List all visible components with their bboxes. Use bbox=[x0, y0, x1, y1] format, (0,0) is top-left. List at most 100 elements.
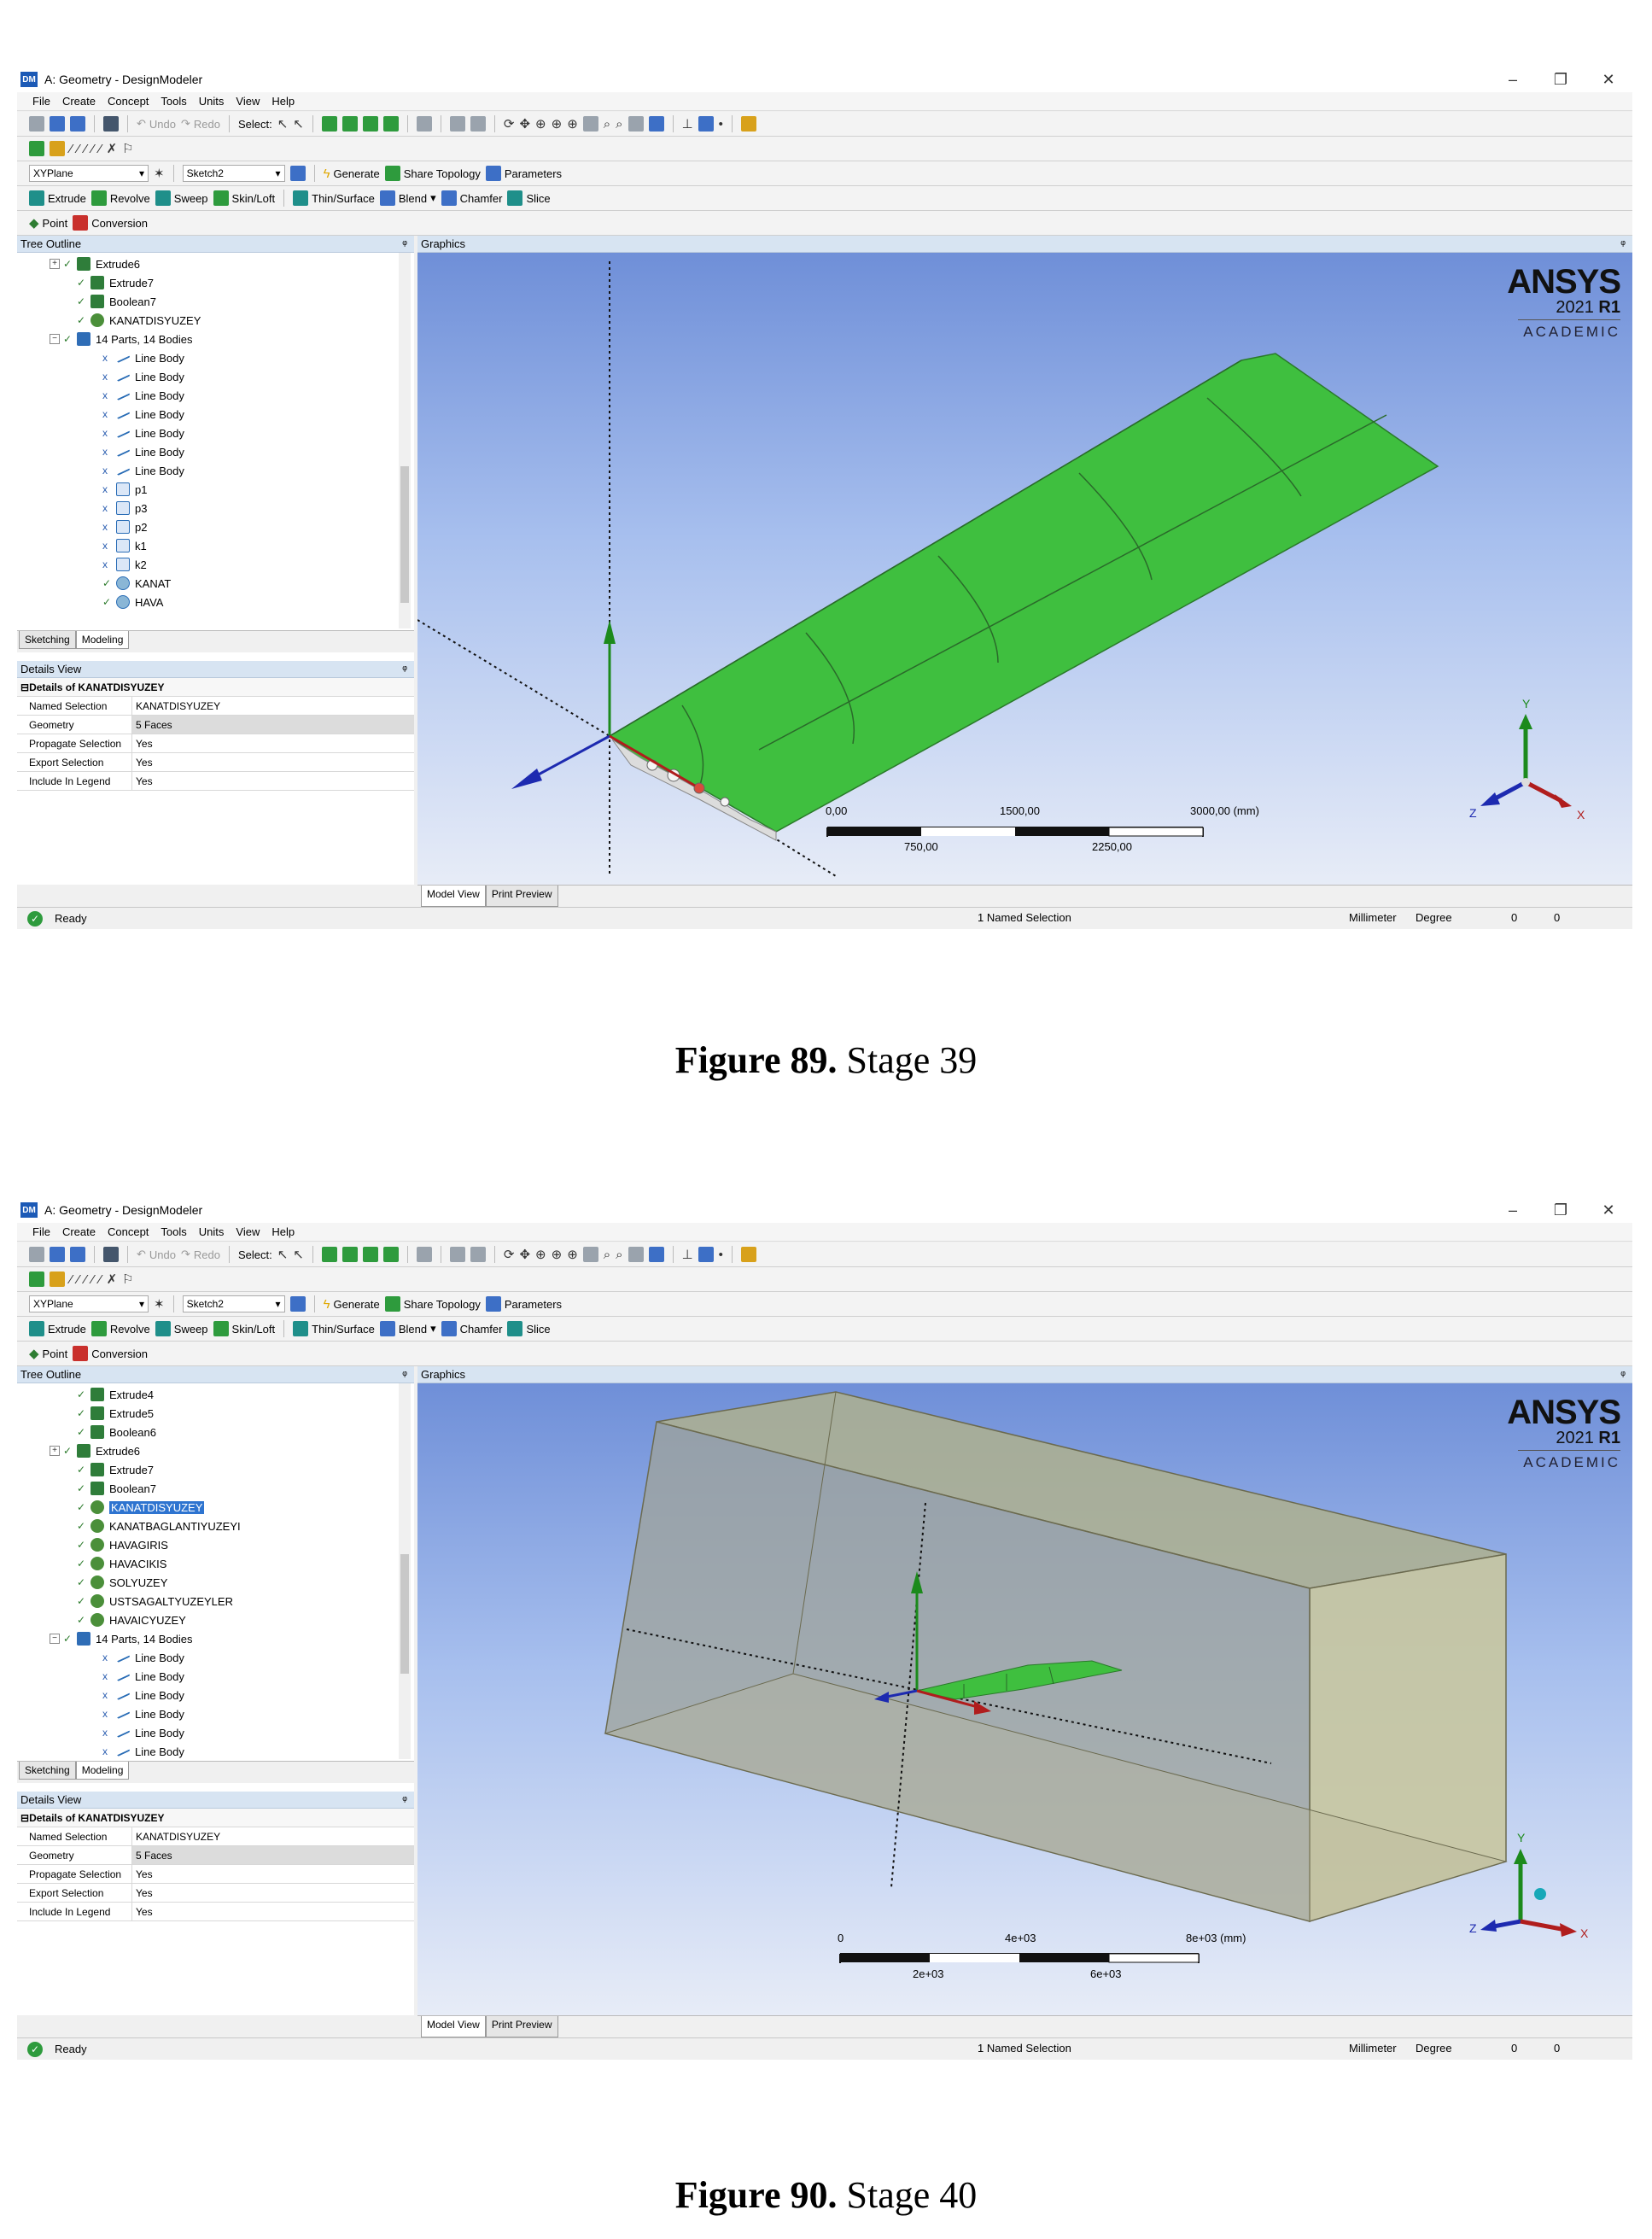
pin-icon[interactable]: ᵠ bbox=[402, 237, 407, 250]
point-button[interactable]: ◆ Point bbox=[29, 215, 67, 231]
flag-icon[interactable]: ⚐ bbox=[122, 141, 133, 156]
menu-tools[interactable]: Tools bbox=[161, 95, 186, 108]
tree-scrollbar[interactable] bbox=[399, 253, 411, 628]
status-units[interactable]: Millimeter bbox=[1349, 911, 1397, 924]
pin-style-icon[interactable]: ✗ bbox=[107, 1271, 118, 1287]
thin-surface-button[interactable]: Thin/Surface bbox=[293, 190, 375, 206]
details-row[interactable]: Geometry 5 Faces bbox=[17, 716, 414, 734]
skin-loft-button[interactable]: Skin/Loft bbox=[213, 1321, 275, 1336]
zoom-fit-icon[interactable]: ⊕ bbox=[567, 116, 578, 132]
sketch-select[interactable]: Sketch2 ▾ bbox=[182, 1295, 285, 1312]
revolve-button[interactable]: Revolve bbox=[90, 190, 150, 206]
menu-create[interactable]: Create bbox=[62, 1225, 96, 1238]
plane-select[interactable]: XYPlane ▾ bbox=[29, 1295, 149, 1312]
tree-item-havaicyuzey[interactable]: ✓ HAVAICYUZEY bbox=[77, 1611, 186, 1629]
tree-item-k2[interactable]: x k2 bbox=[102, 555, 147, 574]
restore-button[interactable]: ❐ bbox=[1537, 67, 1585, 92]
skin-loft-button[interactable]: Skin/Loft bbox=[213, 190, 275, 206]
tree-item-solyuzey[interactable]: ✓ SOLYUZEY bbox=[77, 1573, 167, 1592]
line-style-4-icon[interactable]: ⁄ bbox=[92, 1272, 95, 1287]
tree-item-extrude7[interactable]: ✓ Extrude7 bbox=[77, 1460, 154, 1479]
expand-icon[interactable] bbox=[449, 116, 465, 132]
pin-icon[interactable]: ᵠ bbox=[402, 663, 407, 675]
revolve-button[interactable]: Revolve bbox=[90, 1321, 150, 1336]
tab-model-view[interactable]: Model View bbox=[421, 886, 486, 907]
face-color-icon[interactable] bbox=[29, 1271, 44, 1287]
select-filter-icon[interactable]: ↖ bbox=[293, 1247, 304, 1262]
generate-button[interactable]: ϟ Generate bbox=[324, 167, 380, 181]
zoom-to-fit-icon[interactable] bbox=[582, 1247, 598, 1262]
tree-item-parts[interactable]: − ✓ 14 Parts, 14 Bodies bbox=[50, 1629, 192, 1648]
edge-color-icon[interactable] bbox=[50, 141, 65, 156]
tree-item-line-body[interactable]: x Line Body bbox=[102, 1704, 184, 1723]
screenshot-icon[interactable] bbox=[103, 1247, 119, 1262]
magnifier-icon[interactable]: ⌕ bbox=[604, 117, 610, 132]
tab-modeling[interactable]: Modeling bbox=[75, 1762, 130, 1780]
select-bodies-icon[interactable] bbox=[382, 116, 399, 132]
select-faces-icon[interactable] bbox=[362, 1247, 378, 1262]
select-edges-icon[interactable] bbox=[341, 116, 358, 132]
zoom-icon[interactable]: ⊕ bbox=[535, 1247, 546, 1262]
new-icon[interactable] bbox=[29, 116, 44, 132]
screenshot-icon[interactable] bbox=[103, 116, 119, 132]
extend-selection-icon[interactable] bbox=[416, 1247, 432, 1262]
display-mode-icon[interactable] bbox=[648, 1247, 664, 1262]
share-topology-button[interactable]: Share Topology bbox=[384, 1296, 481, 1312]
new-plane-icon[interactable]: ✶ bbox=[154, 1296, 165, 1312]
select-mode-icon[interactable]: ↖ bbox=[277, 116, 289, 132]
menu-create[interactable]: Create bbox=[62, 95, 96, 108]
tab-print-preview[interactable]: Print Preview bbox=[485, 2016, 558, 2037]
tree-item-kanatbaglantiyuzeyi[interactable]: ✓ KANATBAGLANTIYUZEYI bbox=[77, 1517, 241, 1535]
look-at-icon[interactable] bbox=[740, 116, 756, 132]
select-points-icon[interactable] bbox=[321, 116, 337, 132]
collapse-icon[interactable] bbox=[470, 1247, 486, 1262]
select-points-icon[interactable] bbox=[321, 1247, 337, 1262]
triad-icon[interactable]: ⊥ bbox=[682, 116, 693, 132]
pan-icon[interactable]: ✥ bbox=[519, 116, 530, 132]
zoom-fit-icon[interactable]: ⊕ bbox=[567, 1247, 578, 1262]
menu-file[interactable]: File bbox=[32, 95, 50, 108]
graphics-viewport[interactable]: 0,00 1500,00 3000,00 (mm) 750,00 2250,00… bbox=[417, 253, 1632, 885]
tree-item-hava[interactable]: ✓ HAVA bbox=[102, 593, 163, 611]
dot-icon[interactable]: • bbox=[719, 1248, 723, 1262]
tree-item-line-body[interactable]: x Line Body bbox=[102, 1667, 184, 1686]
close-button[interactable]: ✕ bbox=[1585, 1197, 1632, 1223]
share-topology-button[interactable]: Share Topology bbox=[384, 166, 481, 181]
tree-item-k1[interactable]: x k1 bbox=[102, 536, 147, 555]
tree-item-line-body[interactable]: x Line Body bbox=[102, 405, 184, 424]
details-row[interactable]: Export Selection Yes bbox=[17, 1884, 414, 1903]
line-style-5-icon[interactable]: ⁄ bbox=[99, 1272, 102, 1287]
tree-item-line-body[interactable]: x Line Body bbox=[102, 386, 184, 405]
close-button[interactable]: ✕ bbox=[1585, 67, 1632, 92]
select-filter-icon[interactable]: ↖ bbox=[293, 116, 304, 132]
tree-item-line-body[interactable]: x Line Body bbox=[102, 348, 184, 367]
restore-button[interactable]: ❐ bbox=[1537, 1197, 1585, 1223]
new-plane-icon[interactable]: ✶ bbox=[154, 166, 165, 181]
redo-button[interactable]: ↷ Redo bbox=[181, 1248, 220, 1261]
tree-item-line-body[interactable]: x Line Body bbox=[102, 1648, 184, 1667]
line-style-1-icon[interactable]: ⁄ bbox=[70, 142, 73, 156]
tree-item-parts[interactable]: − ✓ 14 Parts, 14 Bodies bbox=[50, 330, 192, 348]
dot-icon[interactable]: • bbox=[719, 117, 723, 132]
pin-icon[interactable]: ᵠ bbox=[402, 1793, 407, 1806]
tree-item-extrude5[interactable]: ✓ Extrude5 bbox=[77, 1404, 154, 1423]
details-row[interactable]: Named Selection KANATDISYUZEY bbox=[17, 1827, 414, 1846]
tree-item-p2[interactable]: x p2 bbox=[102, 517, 147, 536]
sweep-button[interactable]: Sweep bbox=[155, 1321, 208, 1336]
zoom-icon[interactable]: ⊕ bbox=[535, 116, 546, 132]
tree-item-kanatdisyuzey[interactable]: ✓ KANATDISYUZEY bbox=[77, 311, 201, 330]
rotate-icon[interactable]: ⟳ bbox=[504, 116, 515, 132]
parameters-button[interactable]: Parameters bbox=[485, 1296, 562, 1312]
minimize-button[interactable]: – bbox=[1489, 1197, 1537, 1223]
tab-sketching[interactable]: Sketching bbox=[19, 1762, 76, 1780]
menu-view[interactable]: View bbox=[236, 1225, 260, 1238]
blend-button[interactable]: Blend ▾ bbox=[379, 190, 436, 206]
air-domain-box[interactable] bbox=[604, 1391, 1508, 1923]
tab-sketching[interactable]: Sketching bbox=[19, 631, 76, 649]
pan-icon[interactable]: ✥ bbox=[519, 1247, 530, 1262]
edge-color-icon[interactable] bbox=[50, 1271, 65, 1287]
tree-item-line-body[interactable]: x Line Body bbox=[102, 1686, 184, 1704]
status-units[interactable]: Millimeter bbox=[1349, 2042, 1397, 2055]
line-style-2-icon[interactable]: ⁄ bbox=[78, 1272, 80, 1287]
undo-button[interactable]: ↶ Undo bbox=[137, 117, 176, 131]
